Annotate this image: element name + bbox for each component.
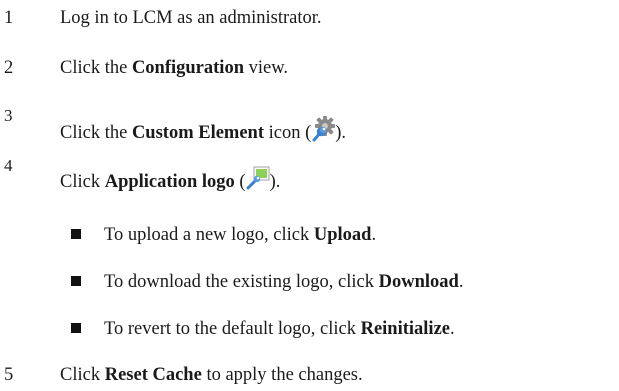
ui-term-upload: Upload <box>313 225 372 245</box>
step-number: 3 <box>4 106 13 125</box>
bullet-text: To revert to the default logo, click Rei… <box>104 319 455 339</box>
ui-term-reinitialize: Reinitialize <box>360 319 450 339</box>
bullet-text: To download the existing logo, click Dow… <box>104 272 464 292</box>
step-number: 1 <box>4 8 14 28</box>
ui-term-reset-cache: Reset Cache <box>104 365 202 385</box>
bullet-text: To upload a new logo, click Upload. <box>104 225 377 245</box>
custom-element-icon <box>311 116 336 142</box>
bullet-square-icon <box>71 276 81 286</box>
step-text: Click the Configuration view. <box>60 58 288 78</box>
step-text: Click Reset Cache to apply the changes. <box>60 365 363 385</box>
step-number: 4 <box>4 156 13 175</box>
application-logo-icon <box>246 166 270 190</box>
step-text: Click Application logo ( ). <box>60 166 280 193</box>
bullet-square-icon <box>71 229 81 239</box>
ui-term-custom-element: Custom Element <box>131 123 264 143</box>
step-text: Click the Custom Element icon ( ). <box>60 116 346 144</box>
bullet-square-icon <box>71 323 81 333</box>
ui-term-configuration: Configuration <box>131 58 244 78</box>
step-number: 2 <box>4 58 14 78</box>
step-number: 5 <box>4 365 14 385</box>
step-text: Log in to LCM as an administrator. <box>60 8 322 28</box>
ui-term-application-logo: Application logo <box>104 172 235 192</box>
ui-term-download: Download <box>378 272 459 292</box>
